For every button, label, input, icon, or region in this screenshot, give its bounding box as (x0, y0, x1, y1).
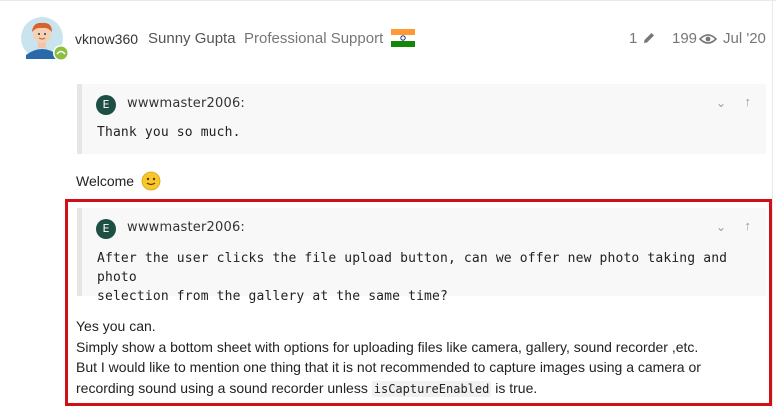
quote-author-name: wwwmaster2006: (127, 96, 246, 111)
pencil-icon[interactable] (642, 31, 656, 50)
chevron-down-icon[interactable]: ⌄ (716, 96, 726, 110)
quote-author-avatar[interactable]: E (96, 95, 116, 115)
post-user-title: Professional Support (244, 30, 384, 47)
arrow-up-icon[interactable]: ↑ (745, 94, 752, 109)
india-flag-icon (391, 29, 415, 47)
user-avatar[interactable] (21, 17, 69, 61)
post-full-name[interactable]: Sunny Gupta (148, 30, 236, 47)
post-date[interactable]: Jul '20 (723, 30, 766, 47)
welcome-text: Welcome (76, 173, 135, 189)
quote-block: E wwwmaster2006: ⌄ ↑ Thank you so much. (77, 84, 766, 154)
highlight-box (65, 199, 772, 406)
quote-text: Thank you so much. (97, 125, 241, 140)
right-divider (772, 0, 773, 409)
slight-smile-emoji-icon (141, 171, 161, 196)
top-divider (0, 0, 776, 1)
edit-count[interactable]: 1 (629, 30, 637, 47)
eye-icon (698, 32, 718, 50)
post-username[interactable]: vknow360 (75, 31, 138, 47)
view-count: 199 (672, 30, 698, 47)
